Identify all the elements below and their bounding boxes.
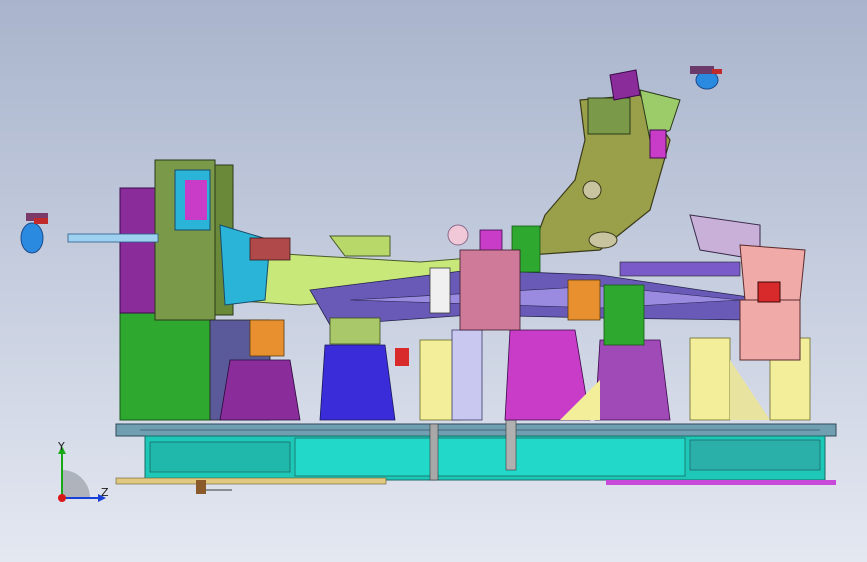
- cad-viewport[interactable]: Y Z: [0, 0, 867, 562]
- floating-clamp-part-left[interactable]: [20, 213, 48, 254]
- floating-clamp-part-right[interactable]: [690, 66, 722, 90]
- support-pedestals[interactable]: [219, 329, 811, 421]
- z-axis-label: Z: [101, 486, 109, 499]
- curved-swing-arm[interactable]: [529, 69, 681, 256]
- fixture-assembly-model[interactable]: [0, 0, 867, 562]
- pink-sphere-part[interactable]: [447, 224, 469, 246]
- x-axis-dot: [58, 494, 66, 502]
- base-plate[interactable]: [115, 419, 837, 494]
- y-axis-label: Y: [58, 440, 65, 453]
